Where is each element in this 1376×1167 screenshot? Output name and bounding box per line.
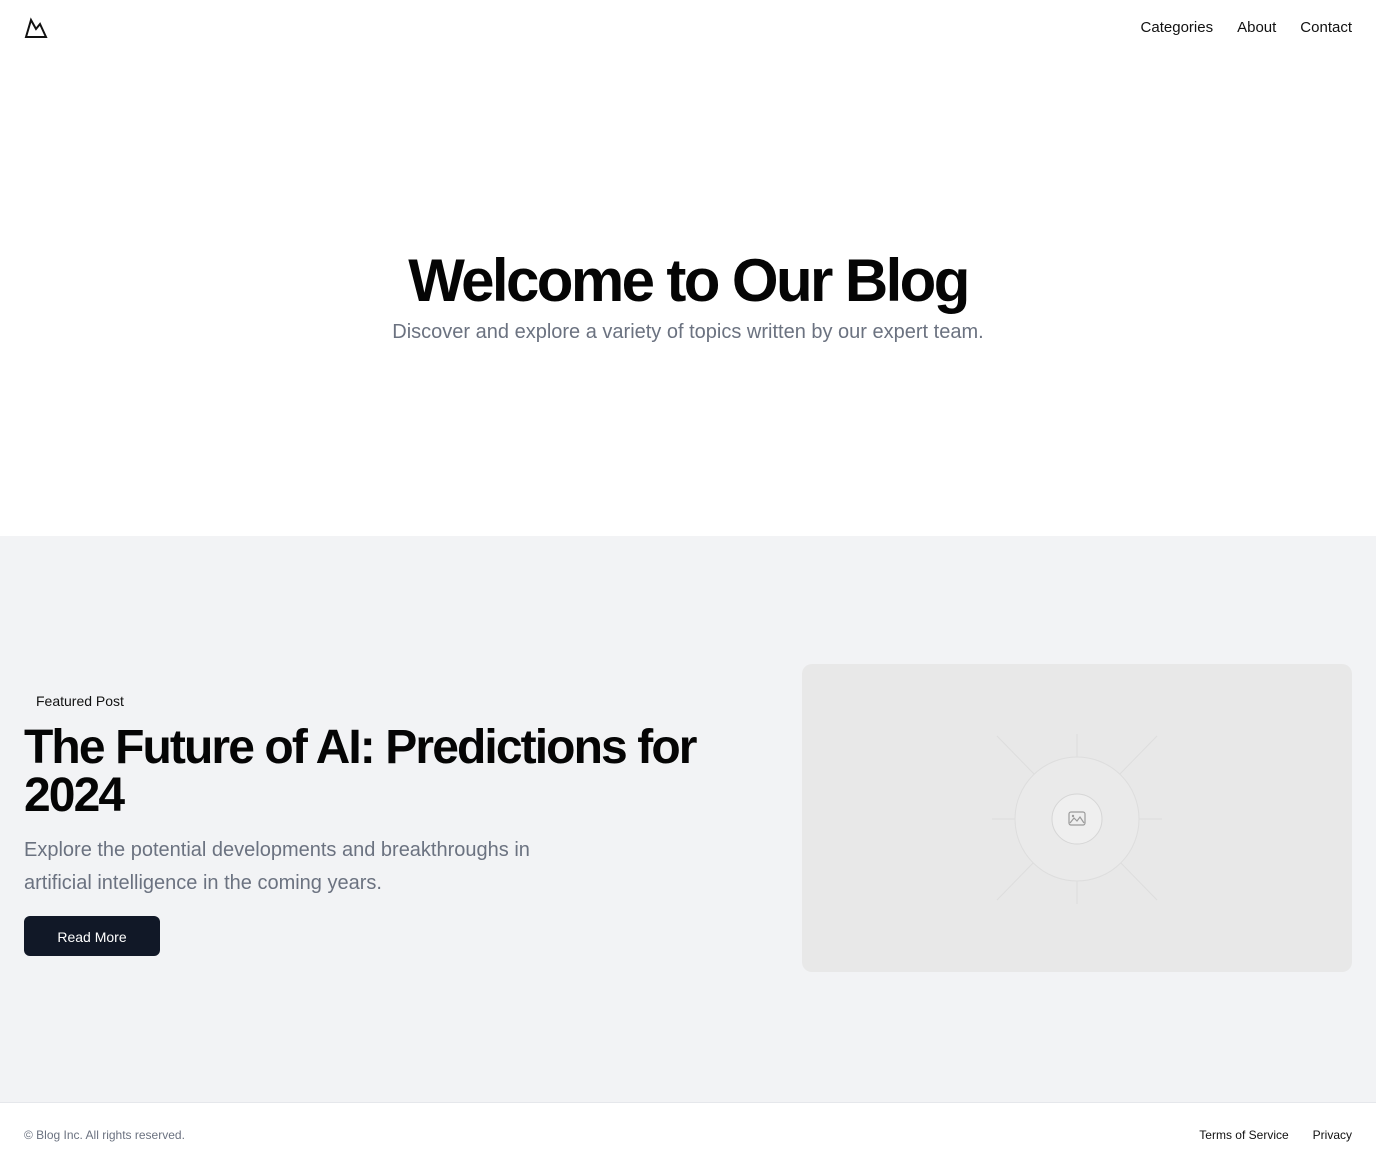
site-header: Categories About Contact bbox=[0, 0, 1376, 56]
featured-badge: Featured Post bbox=[36, 693, 124, 709]
nav-about[interactable]: About bbox=[1237, 18, 1276, 38]
featured-section: Featured Post The Future of AI: Predicti… bbox=[0, 536, 1376, 1102]
terms-link[interactable]: Terms of Service bbox=[1199, 1127, 1288, 1143]
main-nav: Categories About Contact bbox=[1141, 18, 1352, 38]
image-placeholder-icon bbox=[1051, 793, 1103, 845]
nav-contact[interactable]: Contact bbox=[1300, 18, 1352, 38]
featured-image bbox=[802, 664, 1352, 972]
site-footer: © Blog Inc. All rights reserved. Terms o… bbox=[0, 1102, 1376, 1167]
footer-links: Terms of Service Privacy bbox=[1199, 1127, 1352, 1143]
nav-categories[interactable]: Categories bbox=[1141, 18, 1214, 38]
hero-subtitle: Discover and explore a variety of topics… bbox=[392, 321, 984, 343]
copyright-text: © Blog Inc. All rights reserved. bbox=[24, 1128, 185, 1142]
hero-title: Welcome to Our Blog bbox=[408, 247, 970, 314]
featured-description: Explore the potential developments and b… bbox=[24, 839, 530, 894]
featured-content: Featured Post The Future of AI: Predicti… bbox=[24, 688, 724, 956]
read-more-button[interactable]: Read More bbox=[24, 916, 160, 956]
mountain-icon[interactable] bbox=[24, 17, 48, 39]
hero-section: Welcome to Our Blog Discover and explore… bbox=[0, 56, 1376, 536]
featured-title: The Future of AI: Predictions for 2024 bbox=[24, 721, 697, 822]
privacy-link[interactable]: Privacy bbox=[1313, 1127, 1352, 1143]
